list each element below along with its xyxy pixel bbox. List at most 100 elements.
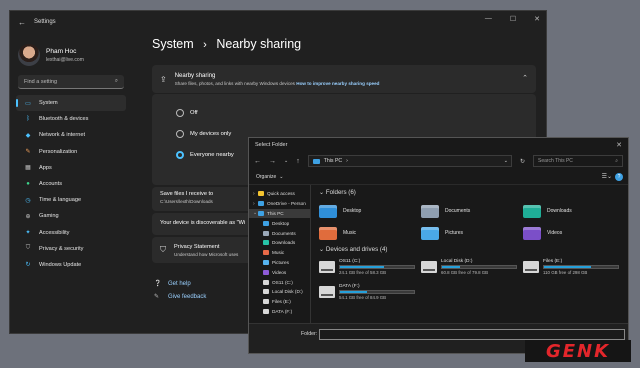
tree-item[interactable]: Local Disk (D:)	[249, 287, 310, 297]
profile-name: Pham Hoc	[46, 47, 77, 55]
sidebar-item[interactable]: ⛉ Privacy & security	[16, 241, 126, 257]
chevron-down-icon: ⌄	[279, 174, 284, 180]
minimize-icon[interactable]: —	[485, 15, 492, 23]
folder-icon	[319, 204, 337, 218]
back-arrow-icon[interactable]: ←	[18, 18, 26, 27]
sidebar-item[interactable]: ◷ Time & language	[16, 192, 126, 208]
tree-item[interactable]: OS11 (C:)	[249, 277, 310, 287]
tree-item[interactable]: ⌄ This PC	[249, 208, 310, 219]
drive-free-text: 24.1 GB free of 58.3 GB	[339, 270, 387, 275]
folder-item[interactable]: Pictures	[421, 224, 523, 242]
drive-item[interactable]: Files (E:) 110 GB free of 298 GB	[523, 259, 625, 279]
drive-info: DATA (F:) 54.1 GB free of 84.9 GB	[339, 284, 415, 300]
drive-free-text: 60.8 GB free of 79.8 GB	[441, 270, 489, 275]
address-bar[interactable]: This PC › ⌄	[307, 155, 512, 167]
folder-label: Desktop	[343, 208, 362, 214]
folders-header-label: Folders (6)	[325, 189, 356, 196]
tree-item[interactable]: Videos	[249, 267, 310, 277]
settings-nav: ▭ System ᛒ Bluetooth & devices ◆ Network & in…	[10, 95, 132, 273]
help-icon[interactable]: ?	[615, 173, 623, 181]
dialog-body: › Quick access › OneDrive - Person ⌄ This PC D…	[249, 185, 628, 325]
sidebar-item[interactable]: ◆ Network & internet	[16, 127, 126, 143]
sidebar-item[interactable]: ● Accounts	[16, 176, 126, 192]
drive-usage-fill	[340, 266, 384, 268]
close-icon[interactable]: ✕	[534, 15, 540, 23]
drive-item[interactable]: DATA (F:) 54.1 GB free of 84.9 GB	[319, 284, 421, 304]
tree-item[interactable]: › Quick access	[249, 189, 310, 199]
sidebar-item[interactable]: ▦ Apps	[16, 160, 126, 176]
tree-item[interactable]: Files (E:)	[249, 297, 310, 307]
person-icon: ●	[26, 181, 30, 188]
address-dropdown-icon[interactable]: ⌄	[504, 158, 508, 164]
forward-arrow-icon[interactable]: →	[269, 158, 276, 165]
tree-item-label: Quick access	[267, 191, 295, 197]
maximize-icon[interactable]: ☐	[510, 15, 516, 23]
sidebar-item-label: Personalization	[39, 148, 78, 155]
select-folder-dialog: Select Folder ✕ ← → ⌄ ↑ This PC › ⌄ ↻ Se…	[248, 137, 629, 354]
settings-sidebar: Pham Hoc lexthai@live.com Find a setting…	[10, 33, 132, 333]
tree-item[interactable]: Desktop	[249, 218, 310, 228]
drive-label: Files (E:)	[543, 259, 563, 264]
dialog-search-input[interactable]: Search This PC ⌕	[533, 155, 623, 167]
user-profile[interactable]: Pham Hoc lexthai@live.com	[10, 33, 132, 71]
sidebar-item[interactable]: ✦ Accessibility	[16, 225, 126, 241]
update-icon: ↻	[25, 262, 31, 269]
tree-item-label: This PC	[267, 210, 284, 216]
tree-item-label: DATA (F:)	[272, 308, 293, 314]
tree-item[interactable]: Music	[249, 248, 310, 258]
tree-folder-icon	[263, 240, 269, 246]
nearby-sharing-title: Nearby sharing	[174, 72, 216, 79]
drive-item[interactable]: Local Disk (D:) 60.8 GB free of 79.8 GB	[421, 259, 523, 279]
chevron-down-icon[interactable]: ⌄	[284, 158, 288, 164]
nearby-sharing-card[interactable]: ⇪ Nearby sharing Share files, photos, an…	[152, 65, 536, 93]
folder-item[interactable]: Downloads	[523, 202, 625, 220]
globe-clock-icon: ◷	[25, 197, 31, 204]
sidebar-item[interactable]: ▭ System	[16, 95, 126, 112]
tree-item[interactable]: Downloads	[249, 238, 310, 248]
back-arrow-icon[interactable]: ←	[254, 158, 261, 165]
bluetooth-icon: ᛒ	[26, 116, 30, 123]
sidebar-item[interactable]: ↻ Windows Update	[16, 257, 126, 273]
folder-label: Documents	[445, 208, 471, 214]
folder-item[interactable]: Videos	[523, 224, 625, 242]
drive-item[interactable]: OS11 (C:) 24.1 GB free of 58.3 GB	[319, 259, 421, 279]
folder-item[interactable]: Desktop	[319, 202, 421, 220]
sidebar-item[interactable]: ✎ Personalization	[16, 144, 126, 160]
chevron-up-icon[interactable]: ⌃	[522, 74, 528, 82]
sidebar-item-label: Bluetooth & devices	[39, 116, 89, 123]
breadcrumb-chevron-icon[interactable]: ›	[346, 158, 348, 164]
tree-item[interactable]: Documents	[249, 228, 310, 238]
close-icon[interactable]: ✕	[616, 141, 622, 149]
pc-icon	[312, 158, 320, 164]
sidebar-item[interactable]: ⊕ Gaming	[16, 208, 126, 224]
folder-icon	[523, 226, 541, 240]
nearby-speed-link[interactable]: How to improve nearby sharing speed	[296, 81, 379, 86]
radio-off[interactable]: Off	[176, 102, 536, 123]
tree-item[interactable]: Pictures	[249, 258, 310, 268]
radio-button-selected[interactable]	[176, 150, 184, 159]
folder-item[interactable]: Music	[319, 224, 421, 242]
settings-search-input[interactable]: Find a setting ⌕	[18, 75, 124, 89]
folder-input[interactable]	[319, 329, 625, 340]
sidebar-item[interactable]: ᛒ Bluetooth & devices	[16, 111, 126, 127]
refresh-icon[interactable]: ↻	[520, 158, 525, 165]
sidebar-item-label: Accessibility	[39, 229, 70, 236]
radio-button[interactable]	[176, 129, 184, 138]
up-arrow-icon[interactable]: ↑	[296, 158, 300, 165]
radio-label-off: Off	[190, 109, 198, 116]
breadcrumb-separator: ›	[203, 39, 207, 51]
folder-item[interactable]: Documents	[421, 202, 523, 220]
radio-button[interactable]	[176, 108, 184, 117]
drives-header[interactable]: ⌄ Devices and drives (4)	[319, 246, 628, 256]
breadcrumb-parent[interactable]: System	[152, 37, 194, 51]
sidebar-item-label: Apps	[39, 164, 52, 171]
tree-item[interactable]: DATA (F:)	[249, 307, 310, 317]
organize-button[interactable]: Organize	[256, 174, 276, 180]
folder-label: Pictures	[445, 230, 464, 236]
tree-folder-icon	[263, 220, 269, 226]
drive-usage-bar	[441, 265, 517, 269]
folders-header[interactable]: ⌄ Folders (6)	[319, 189, 628, 199]
drive-free-text: 54.1 GB free of 84.9 GB	[339, 295, 387, 300]
view-options-icon[interactable]: ☰⌄	[602, 173, 612, 180]
tree-item[interactable]: › OneDrive - Person	[249, 199, 310, 209]
